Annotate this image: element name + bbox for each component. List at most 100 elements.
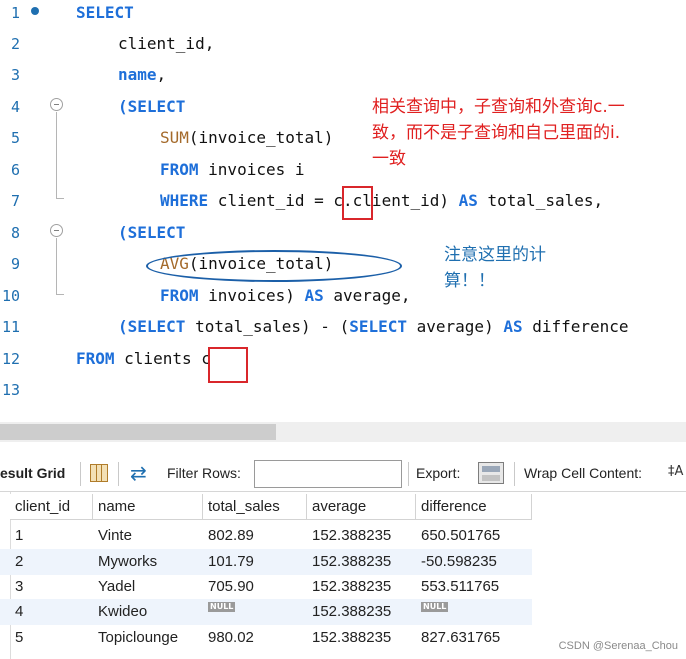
- code-text: difference: [522, 317, 629, 336]
- sql-keyword: AS: [503, 317, 523, 336]
- null-badge: NULL: [208, 602, 236, 612]
- fold-guide: [56, 238, 57, 294]
- highlight-oval-avg: [146, 250, 402, 282]
- code-text: (: [118, 317, 128, 336]
- cell-client-id[interactable]: 5: [10, 625, 93, 651]
- fold-guide-end: [56, 294, 64, 295]
- code-line-4: (SELECT: [118, 97, 185, 117]
- code-text: client_id,: [118, 34, 215, 53]
- code-text: client_id = c.client_id): [208, 191, 459, 210]
- highlight-box-clients-alias: [208, 347, 248, 383]
- filter-rows-input[interactable]: [254, 460, 402, 488]
- column-header-average[interactable]: average: [307, 494, 416, 520]
- cell-client-id[interactable]: 3: [10, 574, 93, 600]
- result-grid[interactable]: client_id name total_sales average diffe…: [0, 492, 686, 659]
- table-row[interactable]: 4 Kwideo NULL 152.388235 NULL: [0, 599, 532, 625]
- cell-total-sales[interactable]: NULL: [203, 599, 307, 625]
- line-number: 3: [10, 66, 20, 84]
- table-row[interactable]: 5 Topiclounge 980.02 152.388235 827.6317…: [0, 625, 532, 651]
- line-number: 6: [10, 161, 20, 179]
- sql-editor[interactable]: 1 2 3 4 5 6 7 8 9 10 11 12 13 SELECT cli…: [0, 0, 686, 422]
- cell-total-sales[interactable]: 802.89: [203, 523, 307, 549]
- export-label: Export:: [416, 465, 461, 481]
- scrollbar-thumb[interactable]: [0, 424, 276, 440]
- sql-keyword: SELECT: [76, 3, 134, 22]
- column-header-client-id[interactable]: client_id: [10, 494, 93, 520]
- column-header-name[interactable]: name: [93, 494, 203, 520]
- column-header-total-sales[interactable]: total_sales: [203, 494, 307, 520]
- cell-client-id[interactable]: 1: [10, 523, 93, 549]
- cell-average[interactable]: 152.388235: [307, 599, 416, 625]
- refresh-icon[interactable]: ⇄: [130, 462, 147, 484]
- sql-keyword: FROM: [76, 349, 115, 368]
- horizontal-scrollbar[interactable]: [0, 422, 686, 442]
- annotation-line: 算！！: [444, 271, 495, 291]
- result-grid-tab[interactable]: esult Grid: [0, 465, 65, 481]
- cell-name[interactable]: Vinte: [93, 523, 203, 549]
- cell-average[interactable]: 152.388235: [307, 523, 416, 549]
- cell-difference[interactable]: 827.631765: [416, 625, 532, 651]
- cell-total-sales[interactable]: 101.79: [203, 549, 307, 575]
- code-text: total_sales) - (: [185, 317, 350, 336]
- cell-name[interactable]: Kwideo: [93, 599, 203, 625]
- line-number: 13: [1, 381, 20, 399]
- fold-toggle-icon[interactable]: [50, 98, 63, 111]
- code-line-11: (SELECT total_sales) - (SELECT average) …: [118, 317, 629, 337]
- code-line-8: (SELECT: [118, 223, 185, 243]
- annotation-line: 一致: [372, 149, 406, 169]
- cell-average[interactable]: 152.388235: [307, 549, 416, 575]
- table-row[interactable]: 2 Myworks 101.79 152.388235 -50.598235: [0, 549, 532, 575]
- annotation-red-note: 相关查询中，子查询和外查询c.一 致，而不是子查询和自己里面的i. 一致: [372, 94, 625, 172]
- cell-difference[interactable]: 650.501765: [416, 523, 532, 549]
- line-number: 5: [10, 129, 20, 147]
- line-number: 4: [10, 98, 20, 116]
- cell-average[interactable]: 152.388235: [307, 625, 416, 651]
- code-line-6: FROM invoices i: [160, 160, 305, 180]
- annotation-line: 相关查询中，子查询和外查询c.一: [372, 97, 625, 117]
- code-line-12: FROM clients c: [76, 349, 211, 369]
- column-header-difference[interactable]: difference: [416, 494, 532, 520]
- sql-keyword: AS: [304, 286, 324, 305]
- cell-name[interactable]: Yadel: [93, 574, 203, 600]
- wrap-text-icon[interactable]: ‡A: [668, 464, 686, 482]
- cell-difference[interactable]: NULL: [416, 599, 532, 625]
- breakpoint-dot-icon: [31, 7, 39, 15]
- code-text: (: [118, 223, 128, 242]
- cell-name[interactable]: Myworks: [93, 549, 203, 575]
- watermark-text: CSDN @Serenaa_Chou: [558, 640, 678, 652]
- cell-total-sales[interactable]: 705.90: [203, 574, 307, 600]
- null-badge: NULL: [421, 602, 449, 612]
- code-text: invoices i: [198, 160, 305, 179]
- filter-rows-label: Filter Rows:: [167, 465, 241, 481]
- sql-keyword: FROM: [160, 286, 199, 305]
- cell-total-sales[interactable]: 980.02: [203, 625, 307, 651]
- sql-keyword: SELECT: [127, 317, 186, 336]
- toolbar-divider: [408, 462, 409, 486]
- cell-client-id[interactable]: 4: [10, 599, 93, 625]
- sql-function: SUM: [160, 128, 189, 147]
- fold-toggle-icon[interactable]: [50, 224, 63, 237]
- line-number: 2: [10, 35, 20, 53]
- cell-client-id[interactable]: 2: [10, 549, 93, 575]
- wrap-cell-content-label: Wrap Cell Content:: [524, 465, 643, 481]
- table-row[interactable]: 1 Vinte 802.89 152.388235 650.501765: [0, 523, 532, 549]
- line-number: 11: [1, 318, 20, 336]
- cell-difference[interactable]: 553.511765: [416, 574, 532, 600]
- code-text: clients c: [114, 349, 211, 368]
- code-line-10: FROM invoices) AS average,: [160, 286, 410, 306]
- fold-guide: [56, 112, 57, 198]
- cell-average[interactable]: 152.388235: [307, 574, 416, 600]
- code-line-7: WHERE client_id = c.client_id) AS total_…: [160, 191, 603, 211]
- table-row[interactable]: 3 Yadel 705.90 152.388235 553.511765: [0, 574, 532, 600]
- code-line-5: SUM(invoice_total): [160, 128, 333, 148]
- line-number: 10: [1, 287, 20, 305]
- cell-difference[interactable]: -50.598235: [416, 549, 532, 575]
- code-line-1: SELECT: [76, 3, 134, 23]
- export-icon[interactable]: [478, 462, 504, 484]
- fold-guide-end: [56, 198, 64, 199]
- line-number: 9: [10, 255, 20, 273]
- cell-name[interactable]: Topiclounge: [93, 625, 203, 651]
- annotation-line: 注意这里的计: [444, 245, 546, 265]
- grid-view-icon[interactable]: [90, 464, 108, 482]
- code-text: average,: [323, 286, 411, 305]
